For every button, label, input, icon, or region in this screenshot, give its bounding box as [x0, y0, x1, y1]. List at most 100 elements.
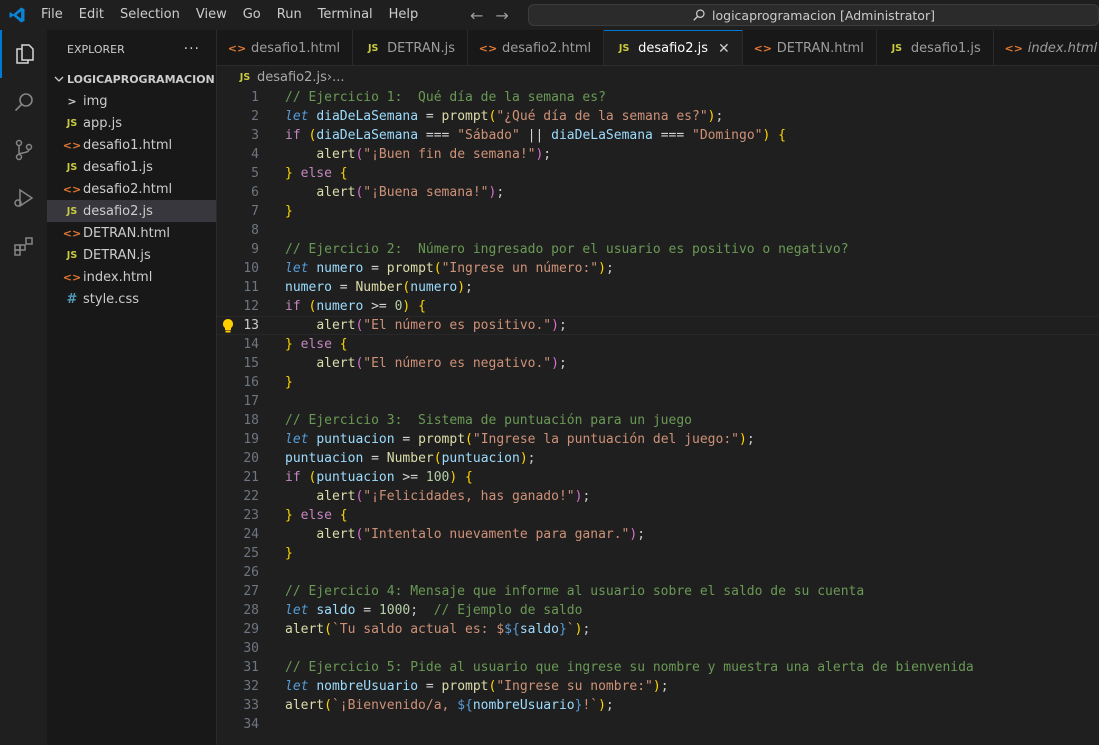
code-line[interactable]: 28 let saldo = 1000; // Ejemplo de saldo — [217, 601, 1099, 620]
menu-terminal[interactable]: Terminal — [310, 0, 381, 30]
code-text: let nombreUsuario = prompt("Ingrese su n… — [285, 679, 669, 694]
code-line[interactable]: 34 — [217, 715, 1099, 734]
vscode-window: File Edit Selection View Go Run Terminal Help ←… — [0, 0, 1099, 745]
line-number: 4 — [251, 147, 259, 162]
code-line[interactable]: 22 alert("¡Felicidades, has ganado!"); — [217, 487, 1099, 506]
close-icon[interactable]: ✕ — [718, 41, 730, 57]
code-line[interactable]: 18 // Ejercicio 3: Sistema de puntuación … — [217, 411, 1099, 430]
extensions-icon[interactable] — [0, 222, 47, 270]
code-text: alert("¡Felicidades, has ganado!"); — [316, 489, 591, 504]
code-line[interactable]: 26 — [217, 563, 1099, 582]
code-text: let numero = prompt("Ingrese un número:"… — [285, 261, 614, 276]
code-line[interactable]: 6 alert("¡Buena semana!"); — [217, 183, 1099, 202]
menu-file[interactable]: File — [33, 0, 71, 30]
tab-detran-js[interactable]: JS DETRAN.js — [353, 30, 468, 65]
tab-index-html[interactable]: <> index.html — [993, 30, 1099, 65]
html-file-icon: <> — [478, 41, 498, 55]
explorer-icon[interactable] — [0, 30, 47, 78]
line-number: 6 — [251, 185, 259, 200]
code-line[interactable]: 19 let puntuacion = prompt("Ingrese la pu… — [217, 430, 1099, 449]
file-tree-item[interactable]: > img — [47, 90, 216, 112]
code-line[interactable]: 31 // Ejercicio 5: Pide al usuario que in… — [217, 658, 1099, 677]
file-tree-item[interactable]: JS desafio2.js — [47, 200, 216, 222]
code-line[interactable]: 3 if (diaDeLaSemana === "Sábado" || diaDe… — [217, 126, 1099, 145]
file-tree-item[interactable]: <> DETRAN.html — [47, 222, 216, 244]
menu-run[interactable]: Run — [269, 0, 310, 30]
code-line[interactable]: 4 alert("¡Buen fin de semana!"); — [217, 145, 1099, 164]
menu-selection[interactable]: Selection — [112, 0, 188, 30]
tab-desafio1-html[interactable]: <> desafio1.html — [217, 30, 354, 65]
run-debug-icon[interactable] — [0, 174, 47, 222]
tab-desafio2-html[interactable]: <> desafio2.html — [467, 30, 605, 65]
file-tree-item[interactable]: <> desafio1.html — [47, 134, 216, 156]
forward-arrow-icon[interactable]: → — [495, 6, 508, 25]
code-line[interactable]: 23} else { — [217, 506, 1099, 525]
code-line[interactable]: 15 alert("El número es negativo."); — [217, 354, 1099, 373]
menu-edit[interactable]: Edit — [71, 0, 112, 30]
code-line[interactable]: 10 let numero = prompt("Ingrese un número… — [217, 259, 1099, 278]
code-editor[interactable]: 1 // Ejercicio 1: Qué día de la semana es… — [217, 88, 1099, 745]
breadcrumb-symbols[interactable]: ... — [332, 70, 344, 85]
code-line[interactable]: 1 // Ejercicio 1: Qué día de la semana es… — [217, 88, 1099, 107]
file-tree-item[interactable]: JS app.js — [47, 112, 216, 134]
file-tree-label: DETRAN.html — [83, 225, 171, 241]
code-line[interactable]: 9 // Ejercicio 2: Número ingresado por el… — [217, 240, 1099, 259]
line-number: 30 — [243, 641, 259, 656]
code-line[interactable]: 21 if (puntuacion >= 100) { — [217, 468, 1099, 487]
code-line[interactable]: 27 // Ejercicio 4: Mensaje que informe al… — [217, 582, 1099, 601]
code-line[interactable]: 11 numero = Number(numero); — [217, 278, 1099, 297]
file-tree-item[interactable]: <> index.html — [47, 266, 216, 288]
tab-label: desafio2.js — [638, 41, 709, 56]
back-arrow-icon[interactable]: ← — [470, 6, 483, 25]
more-actions-icon[interactable]: ··· — [184, 41, 200, 57]
menu-help[interactable]: Help — [381, 0, 427, 30]
code-line[interactable]: 17 — [217, 392, 1099, 411]
file-tree-item[interactable]: JS desafio1.js — [47, 156, 216, 178]
code-line[interactable]: 13 alert("El número es positivo."); — [217, 316, 1099, 335]
command-center-search[interactable]: logicaprogramacion [Administrator] — [528, 4, 1099, 26]
menu-bar: File Edit Selection View Go Run Terminal Help — [33, 0, 426, 30]
search-icon[interactable] — [0, 78, 47, 126]
code-line[interactable]: 5} else { — [217, 164, 1099, 183]
breadcrumb-file[interactable]: desafio2.js — [257, 70, 327, 85]
file-tree-item[interactable]: JS DETRAN.js — [47, 244, 216, 266]
source-control-icon[interactable] — [0, 126, 47, 174]
code-line[interactable]: 33 alert(`¡Bienvenido/a, ${nombreUsuario}… — [217, 696, 1099, 715]
code-line[interactable]: 2 let diaDeLaSemana = prompt("¿Qué día de… — [217, 107, 1099, 126]
tab-desafio2-js[interactable]: JS desafio2.js ✕ — [604, 30, 743, 65]
code-line[interactable]: 32 let nombreUsuario = prompt("Ingrese su… — [217, 677, 1099, 696]
file-tree-label: desafio2.js — [83, 203, 153, 219]
chevron-down-icon — [54, 76, 64, 82]
code-line[interactable]: 8 — [217, 221, 1099, 240]
code-line[interactable]: 29 alert(`Tu saldo actual es: $${saldo}`)… — [217, 620, 1099, 639]
code-text: // Ejercicio 1: Qué día de la semana es? — [285, 90, 606, 105]
code-line[interactable]: 12 if (numero >= 0) { — [217, 297, 1099, 316]
code-line[interactable]: 20 puntuacion = Number(puntuacion); — [217, 449, 1099, 468]
line-number: 33 — [243, 698, 259, 713]
explorer-title: EXPLORER — [67, 42, 125, 56]
tab-detran-html[interactable]: <> DETRAN.html — [742, 30, 877, 65]
js-file-icon: JS — [367, 42, 379, 54]
code-text: alert("¡Buena semana!"); — [316, 185, 505, 200]
code-line[interactable]: 14} else { — [217, 335, 1099, 354]
code-line[interactable]: 24 alert("Intentalo nuevamente para gana… — [217, 525, 1099, 544]
search-text: logicaprogramacion [Administrator] — [712, 7, 935, 23]
code-line[interactable]: 16} — [217, 373, 1099, 392]
file-tree-label: desafio1.html — [83, 137, 173, 153]
code-text: if (diaDeLaSemana === "Sábado" || diaDeL… — [285, 128, 786, 143]
file-tree-item[interactable]: <> desafio2.html — [47, 178, 216, 200]
code-line[interactable]: 30 — [217, 639, 1099, 658]
code-line[interactable]: 25} — [217, 544, 1099, 563]
workspace-folder[interactable]: LOGICAPROGRAMACION — [47, 68, 216, 90]
code-line[interactable]: 7} — [217, 202, 1099, 221]
tab-desafio1-js[interactable]: JS desafio1.js — [876, 30, 994, 65]
menu-go[interactable]: Go — [235, 0, 269, 30]
menu-view[interactable]: View — [188, 0, 235, 30]
line-number: 24 — [243, 527, 259, 542]
file-tree-label: app.js — [83, 115, 122, 131]
code-text: // Ejercicio 2: Número ingresado por el … — [285, 242, 849, 257]
title-bar: File Edit Selection View Go Run Terminal Help ←… — [0, 0, 1099, 30]
file-tree-item[interactable]: # style.css — [47, 288, 216, 310]
line-number: 2 — [251, 109, 259, 124]
line-number: 22 — [243, 489, 259, 504]
